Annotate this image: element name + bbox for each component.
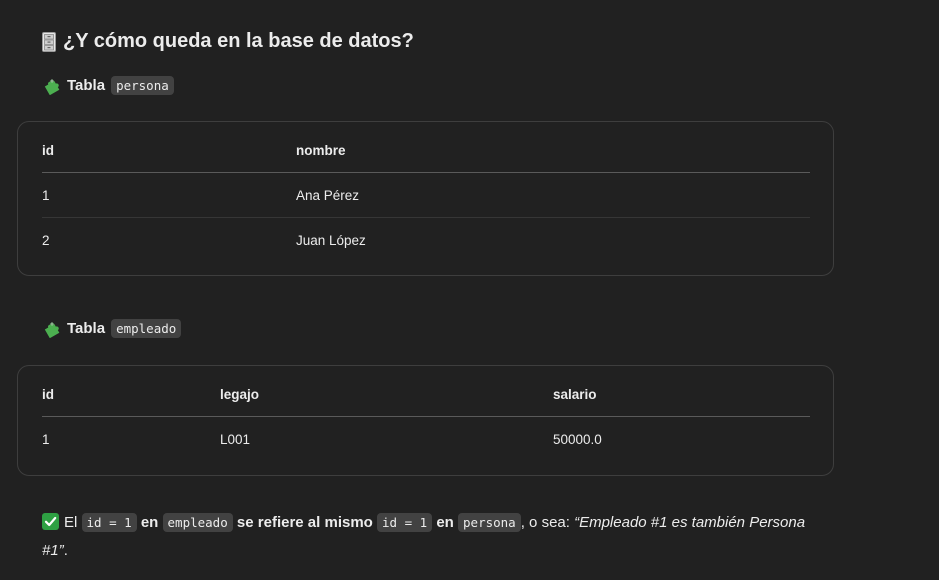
table-row: 1 Ana Pérez	[42, 172, 810, 218]
column-header-id: id	[42, 372, 220, 417]
table-row: 1 L001 50000.0	[42, 417, 810, 462]
section-heading: ¿Y cómo queda en la base de datos?	[42, 30, 414, 53]
summary-bold-text: se refiere al mismo	[236, 514, 373, 531]
summary-text: El	[64, 514, 78, 531]
inline-code: id = 1	[81, 513, 137, 532]
table-cell: Juan López	[296, 232, 366, 248]
file-cabinet-icon	[42, 31, 56, 52]
column-header-salario: salario	[553, 372, 810, 417]
table-cell: 50000.0	[553, 431, 602, 447]
puzzle-piece-icon	[43, 320, 61, 338]
table-cell: Ana Pérez	[296, 172, 810, 218]
table-name-code: persona	[111, 76, 174, 95]
table-empleado-title: Tabla empleado	[43, 319, 182, 338]
table-title-prefix: Tabla	[67, 77, 106, 94]
check-mark-icon	[42, 513, 59, 530]
table-row: 2 Juan López	[42, 218, 810, 263]
table-persona: id nombre 1 Ana Pérez 2 Juan López	[42, 128, 810, 262]
summary-end: .	[63, 542, 68, 559]
inline-code: empleado	[162, 513, 233, 532]
table-empleado-card: id legajo salario 1 L001 50000.0	[17, 365, 834, 476]
table-title-prefix: Tabla	[67, 320, 106, 337]
column-header-id: id	[42, 128, 296, 173]
table-cell: 2	[42, 232, 50, 248]
table-cell: L001	[220, 431, 251, 447]
table-name-code: empleado	[111, 319, 182, 338]
table-cell: 1	[42, 431, 50, 447]
summary-bold-text: en	[436, 514, 454, 531]
column-header-legajo: legajo	[220, 372, 553, 417]
inline-code: id = 1	[377, 513, 433, 532]
table-empleado: id legajo salario 1 L001 50000.0	[42, 372, 810, 461]
summary-paragraph: El id = 1 en empleado se refiere al mism…	[42, 509, 822, 565]
column-header-nombre: nombre	[296, 128, 810, 173]
puzzle-piece-icon	[43, 77, 61, 95]
table-persona-title: Tabla persona	[43, 76, 174, 95]
heading-text: ¿Y cómo queda en la base de datos?	[63, 30, 414, 52]
table-persona-card: id nombre 1 Ana Pérez 2 Juan López	[17, 121, 834, 276]
summary-text: , o sea:	[520, 514, 570, 531]
table-cell: 1	[42, 172, 296, 218]
summary-bold-text: en	[140, 514, 159, 531]
inline-code: persona	[458, 513, 521, 532]
